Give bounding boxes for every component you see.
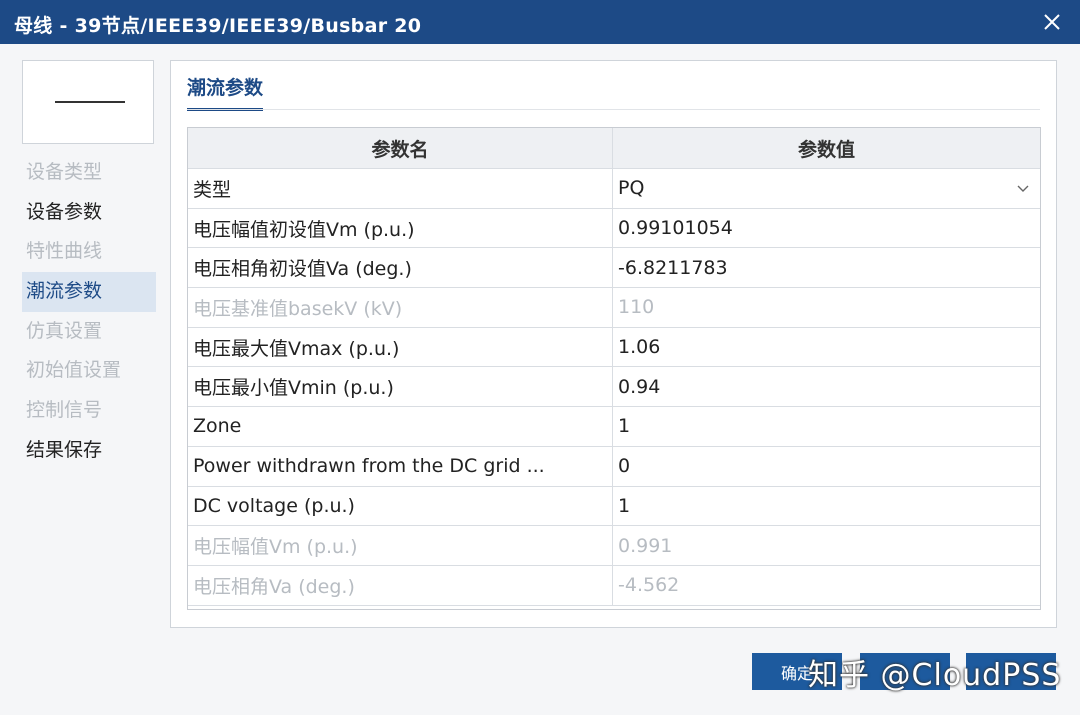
param-value-text: 0.991 <box>618 534 673 557</box>
table-row: 电压幅值Vm (p.u.) 0.991 <box>188 526 1040 566</box>
title-bar: 母线 - 39节点/IEEE39/IEEE39/Busbar 20 <box>0 0 1080 44</box>
sidebar-item-5: 初始值设置 <box>26 359 122 382</box>
param-value-text: 0 <box>618 455 631 478</box>
param-name-cell: 电压相角Va (deg.) <box>188 565 613 605</box>
table-row: Zone 1 <box>188 407 1040 447</box>
param-value-field[interactable]: -6.8211783 <box>613 248 1040 287</box>
param-type-select[interactable]: PQ <box>613 169 1040 208</box>
param-value-text: -6.8211783 <box>618 256 728 279</box>
param-name-cell: 电压相角初设值Va (deg.) <box>188 248 613 288</box>
param-value-text: 1 <box>618 494 631 517</box>
param-name-cell: 电压基准值basekV (kV) <box>188 288 613 327</box>
param-name-cell: 电压最大值Vmax (p.u.) <box>188 327 613 367</box>
sidebar-item-2: 特性曲线 <box>26 240 103 263</box>
param-name-cell: 类型 <box>188 169 613 208</box>
tab-power-flow-params[interactable]: 潮流参数 <box>187 73 264 111</box>
param-value-field[interactable]: 1 <box>613 487 1040 526</box>
param-value-field[interactable]: 1 <box>613 407 1040 446</box>
param-value-text: PQ <box>618 177 645 200</box>
busbar-symbol-icon <box>55 101 125 103</box>
sidebar-item-1[interactable]: 设备参数 <box>22 193 156 233</box>
table-row: Power withdrawn from the DC grid ... 0 <box>188 446 1040 487</box>
column-header-name[interactable]: 参数名 <box>188 128 613 168</box>
sidebar-nav: 设备类型设备参数特性曲线潮流参数仿真设置初始值设置控制信号结果保存 <box>22 153 156 471</box>
param-value-text: 1.06 <box>618 336 661 359</box>
window-title: 母线 - 39节点/IEEE39/IEEE39/Busbar 20 <box>14 15 422 37</box>
param-value-field: 0.991 <box>613 526 1040 565</box>
column-header-value[interactable]: 参数值 <box>613 128 1040 168</box>
sidebar-item-3[interactable]: 潮流参数 <box>22 272 156 312</box>
sidebar-item-6: 控制信号 <box>26 399 103 422</box>
param-value-text: -4.562 <box>618 574 680 597</box>
sidebar-item-7[interactable]: 结果保存 <box>22 431 156 471</box>
table-row: 电压基准值basekV (kV) 110 <box>188 288 1040 328</box>
sidebar-item-4: 仿真设置 <box>26 319 103 342</box>
table-header-row: 参数名 参数值 <box>188 128 1040 169</box>
chevron-down-icon[interactable] <box>1016 181 1030 195</box>
param-value-field[interactable]: 1.06 <box>613 328 1040 367</box>
param-value-field[interactable]: 0.99101054 <box>613 209 1040 248</box>
close-button[interactable] <box>1036 6 1068 38</box>
sidebar-item-0: 设备类型 <box>26 161 103 183</box>
param-value-text: 0.94 <box>618 375 661 398</box>
param-value-field: 110 <box>613 288 1040 327</box>
tab-divider <box>187 109 1040 110</box>
table-row: 电压幅值初设值Vm (p.u.) 0.99101054 <box>188 208 1040 249</box>
param-name-cell: 电压幅值Vm (p.u.) <box>188 526 613 565</box>
table-row: 电压最小值Vmin (p.u.) 0.94 <box>188 367 1040 408</box>
param-name-cell: Power withdrawn from the DC grid ... <box>188 446 613 486</box>
device-symbol-preview <box>22 60 154 144</box>
table-row: 电压相角初设值Va (deg.) -6.8211783 <box>188 248 1040 289</box>
table-row: 电压相角Va (deg.) -4.562 <box>188 565 1040 606</box>
param-value-text: 1 <box>618 415 631 438</box>
table-row: 类型 PQ <box>188 169 1040 209</box>
parameter-table: 参数名 参数值 类型 PQ 电压幅值初设值Vm (p.u.) 0.99101054 电压… <box>187 127 1041 610</box>
param-value-field[interactable]: 0.94 <box>613 367 1040 406</box>
table-row: 电压最大值Vmax (p.u.) 1.06 <box>188 327 1040 368</box>
param-name-cell: Zone <box>188 407 613 446</box>
param-value-field: -4.562 <box>613 566 1040 605</box>
table-row: DC voltage (p.u.) 1 <box>188 486 1040 527</box>
param-name-cell: DC voltage (p.u.) <box>188 486 613 526</box>
param-value-text: 0.99101054 <box>618 217 733 240</box>
param-value-text: 110 <box>618 296 655 319</box>
param-value-field[interactable]: 0 <box>613 447 1040 486</box>
watermark-text: 知乎 @CloudPSS <box>808 658 1062 693</box>
param-name-cell: 电压幅值初设值Vm (p.u.) <box>188 208 613 248</box>
close-icon <box>1044 14 1060 30</box>
content-panel: 潮流参数 参数名 参数值 类型 PQ 电压幅值初设值Vm (p.u.) 0.99101… <box>170 60 1057 628</box>
param-name-cell: 电压最小值Vmin (p.u.) <box>188 367 613 407</box>
